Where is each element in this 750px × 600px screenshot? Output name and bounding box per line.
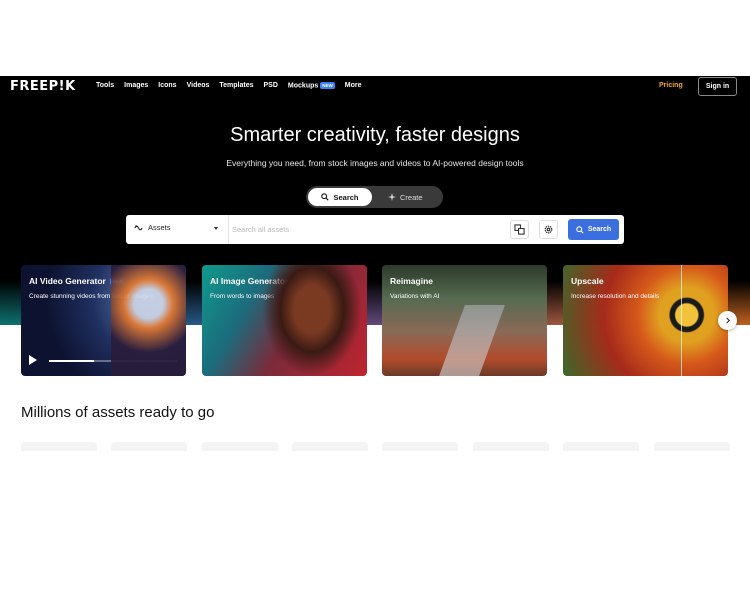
image-search-icon [514, 224, 525, 235]
toggle-search-label: Search [333, 192, 359, 202]
search-input[interactable] [232, 222, 502, 237]
category-select-label: Assets [148, 223, 171, 232]
category-select[interactable]: Assets [134, 223, 171, 232]
nav-link-mockups[interactable]: Mockups NEW [288, 82, 335, 89]
card-upscale[interactable]: Upscale Increase resolution and details [563, 265, 728, 376]
comparison-divider[interactable] [681, 265, 682, 376]
assets-icon [134, 224, 143, 230]
asset-placeholder [111, 442, 187, 451]
signin-button[interactable]: Sign in [698, 77, 737, 96]
video-progress-fill [49, 360, 94, 362]
settings-button[interactable] [539, 220, 558, 239]
search-icon [321, 193, 330, 201]
card-description: Create stunning videos from text or imag… [29, 293, 153, 300]
card-description: Variations with AI [390, 293, 440, 300]
divider [228, 215, 229, 244]
pricing-link[interactable]: Pricing [659, 82, 683, 89]
search-bar: Assets Search [126, 215, 624, 244]
card-title: AI Image Generator [210, 276, 289, 286]
card-title-text: AI Video Generator [29, 276, 106, 286]
card-description: Increase resolution and details [571, 293, 660, 300]
video-progress-bar[interactable] [49, 360, 177, 362]
chevron-right-icon [726, 317, 730, 324]
toggle-create-label: Create [400, 192, 423, 202]
card-reimagine[interactable]: Reimagine Variations with AI [382, 265, 547, 376]
search-submit-button[interactable]: Search [568, 219, 619, 240]
nav-link-tools[interactable]: Tools [96, 82, 114, 89]
nav-links: Tools Images Icons Videos Templates PSD … [96, 82, 362, 89]
asset-placeholder [654, 442, 730, 451]
gear-icon [544, 225, 553, 234]
card-title: Upscale [571, 276, 604, 286]
toggle-search-button[interactable]: Search [308, 188, 372, 206]
page: FREEP!K Tools Images Icons Videos Templa… [0, 0, 750, 600]
top-nav: FREEP!K Tools Images Icons Videos Templa… [0, 76, 750, 98]
chevron-down-icon [214, 227, 218, 230]
nav-link-images[interactable]: Images [124, 82, 148, 89]
card-description: From words to images [210, 293, 275, 300]
card-title: AI Video Generator NEW [29, 276, 125, 286]
hero-title: Smarter creativity, faster designs [230, 124, 520, 146]
asset-placeholder [292, 442, 368, 451]
image-search-button[interactable] [510, 220, 529, 239]
toggle-create-button[interactable]: Create [388, 188, 423, 206]
asset-placeholder [202, 442, 278, 451]
hero-subtitle: Everything you need, from stock images a… [226, 158, 524, 168]
card-ai-video-generator[interactable]: AI Video Generator NEW Create stunning v… [21, 265, 186, 376]
nav-link-videos[interactable]: Videos [187, 82, 210, 89]
play-icon[interactable] [29, 355, 37, 365]
mode-toggle: Search Create [306, 186, 443, 208]
asset-placeholder [21, 442, 97, 451]
asset-placeholder [473, 442, 549, 451]
nav-link-templates[interactable]: Templates [219, 82, 253, 89]
nav-link-psd[interactable]: PSD [264, 82, 278, 89]
new-badge: NEW [110, 278, 125, 286]
sparkle-icon [388, 193, 396, 201]
card-ai-image-generator[interactable]: AI Image Generator From words to images [202, 265, 367, 376]
card-title: Reimagine [390, 276, 433, 286]
logo[interactable]: FREEP!K [10, 79, 76, 94]
asset-placeholder [382, 442, 458, 451]
section-title: Millions of assets ready to go [21, 404, 215, 421]
new-badge: NEW [320, 82, 335, 89]
nav-link-more[interactable]: More [345, 82, 362, 89]
nav-link-mockups-label: Mockups [287, 82, 319, 90]
asset-placeholder [563, 442, 639, 451]
carousel-next-button[interactable] [718, 311, 737, 330]
search-submit-label: Search [587, 226, 612, 233]
search-icon [576, 225, 584, 234]
nav-link-icons[interactable]: Icons [158, 82, 176, 89]
